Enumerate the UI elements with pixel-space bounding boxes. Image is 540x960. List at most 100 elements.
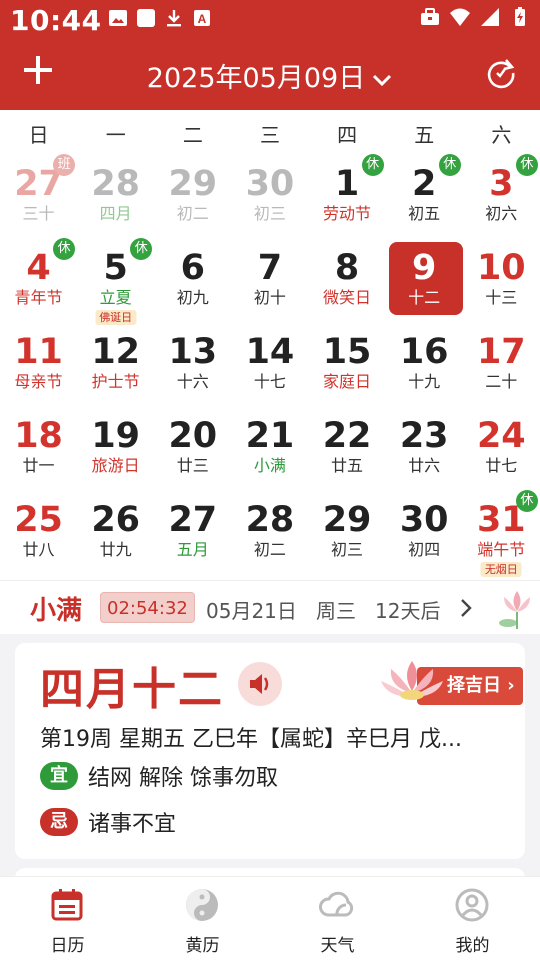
lunar-day-label: 初十 bbox=[253, 288, 286, 307]
day-cell[interactable]: 20 廿三 bbox=[154, 410, 231, 494]
day-cell[interactable]: 28 四月 bbox=[77, 158, 154, 242]
notification-icons: A bbox=[108, 8, 212, 28]
nav-profile[interactable]: 我的 bbox=[405, 877, 540, 960]
lunar-day-label: 微笑日 bbox=[323, 288, 372, 307]
day-cell[interactable]: 12 护士节 bbox=[77, 326, 154, 410]
day-cell-selected[interactable]: 9 十二 bbox=[386, 242, 463, 326]
lunar-day-label: 初三 bbox=[331, 540, 364, 559]
day-cell[interactable]: 23 廿六 bbox=[386, 410, 463, 494]
day-cell[interactable]: 14 十七 bbox=[231, 326, 308, 410]
day-cell[interactable]: 13 十六 bbox=[154, 326, 231, 410]
day-cell[interactable]: 27 五月 bbox=[154, 494, 231, 578]
holiday-badge: 休 bbox=[438, 154, 461, 176]
lunar-day-label: 小满 bbox=[253, 456, 286, 475]
gallery-icon bbox=[109, 10, 127, 26]
lunar-day-label: 旅游日 bbox=[91, 456, 140, 475]
lunar-day-label: 初三 bbox=[253, 204, 286, 223]
lunar-day-label: 初二 bbox=[253, 540, 286, 559]
nav-weather[interactable]: 天气 bbox=[270, 877, 405, 960]
day-cell[interactable]: 18 廿一 bbox=[0, 410, 77, 494]
user-icon bbox=[455, 888, 489, 922]
day-cell[interactable]: 2 初五休 bbox=[386, 154, 463, 242]
refresh-icon[interactable] bbox=[484, 56, 518, 90]
lunar-day-label: 十二 bbox=[408, 288, 441, 307]
lunar-day-label: 劳动节 bbox=[323, 204, 372, 223]
speaker-button[interactable] bbox=[238, 662, 282, 706]
suitable-text: 结网 解除 馀事勿取 bbox=[88, 766, 278, 791]
day-cell[interactable]: 26 廿九 bbox=[77, 494, 154, 578]
day-cell[interactable]: 30 初三 bbox=[231, 158, 308, 242]
lunar-day-label: 十六 bbox=[176, 372, 209, 391]
lunar-day-label: 廿三 bbox=[176, 456, 209, 475]
date-selector[interactable]: 2025年05月09日 bbox=[0, 56, 540, 95]
day-number: 15 bbox=[322, 332, 372, 372]
day-number: 17 bbox=[476, 332, 526, 372]
day-cell[interactable]: 1 劳动节休 bbox=[309, 154, 386, 242]
day-number: 28 bbox=[91, 164, 141, 204]
download-icon bbox=[167, 10, 181, 27]
day-cell[interactable]: 30 初四 bbox=[386, 494, 463, 578]
day-cell[interactable]: 29 初二 bbox=[154, 158, 231, 242]
day-cell[interactable]: 28 初二 bbox=[231, 494, 308, 578]
day-cell[interactable]: 5 立夏休佛诞日 bbox=[77, 238, 154, 326]
day-number: 23 bbox=[399, 416, 449, 456]
almanac-card[interactable]: 四月十二 择吉日 › 第19周 星期五 乙巳年【属蛇】辛巳月 戊... 宜 结网… bbox=[15, 643, 525, 859]
day-number: 21 bbox=[245, 416, 295, 456]
day-cell[interactable]: 10 十三 bbox=[463, 242, 540, 326]
weekday-label: 四 bbox=[337, 123, 358, 147]
day-cell[interactable]: 15 家庭日 bbox=[309, 326, 386, 410]
day-cell[interactable]: 7 初十 bbox=[231, 242, 308, 326]
day-cell[interactable]: 22 廿五 bbox=[309, 410, 386, 494]
solar-term-weekday: 周三 bbox=[316, 599, 356, 623]
day-cell[interactable]: 8 微笑日 bbox=[309, 242, 386, 326]
status-bar: 10:44 A bbox=[0, 0, 540, 42]
lunar-day-label: 青年节 bbox=[14, 288, 63, 307]
day-cell[interactable]: 11 母亲节 bbox=[0, 326, 77, 410]
workday-badge: 班 bbox=[53, 154, 76, 176]
day-number: 18 bbox=[14, 416, 63, 456]
day-number: 14 bbox=[245, 332, 295, 372]
day-number: 11 bbox=[14, 332, 63, 372]
chevron-right-icon[interactable] bbox=[458, 597, 474, 619]
calendar-week-row: 27 三十班 28 四月 29 初二 30 初三 1 劳动节休 2 初五休 3 初六休 bbox=[0, 154, 540, 242]
date-title: 2025年05月09日 bbox=[146, 63, 366, 94]
lunar-day-label: 十九 bbox=[408, 372, 441, 391]
day-cell[interactable]: 27 三十班 bbox=[0, 154, 77, 242]
lunar-day-label: 初六 bbox=[485, 204, 518, 223]
zejiri-label: 择吉日 bbox=[447, 675, 501, 696]
day-cell[interactable]: 25 廿八 bbox=[0, 494, 77, 578]
lunar-day-label: 端午节 bbox=[477, 540, 526, 559]
solar-term-bar[interactable]: 小满 02:54:32 05月21日 周三 12天后 bbox=[0, 580, 540, 634]
day-cell[interactable]: 16 十九 bbox=[386, 326, 463, 410]
day-cell[interactable]: 17 二十 bbox=[463, 326, 540, 410]
day-cell[interactable]: 21 小满 bbox=[231, 410, 308, 494]
day-cell[interactable]: 24 廿七 bbox=[463, 410, 540, 494]
day-number: 16 bbox=[399, 332, 449, 372]
day-cell[interactable]: 29 初三 bbox=[309, 494, 386, 578]
avoid-badge: 忌 bbox=[40, 808, 78, 836]
day-number: 28 bbox=[245, 500, 295, 540]
day-number: 7 bbox=[257, 248, 283, 288]
day-number: 22 bbox=[322, 416, 372, 456]
nav-label: 我的 bbox=[455, 936, 490, 956]
day-cell[interactable]: 3 初六休 bbox=[463, 154, 540, 242]
nav-almanac[interactable]: 黄历 bbox=[135, 877, 270, 960]
day-cell[interactable]: 19 旅游日 bbox=[77, 410, 154, 494]
day-cell[interactable]: 6 初九 bbox=[154, 242, 231, 326]
festival-tag: 佛诞日 bbox=[95, 310, 137, 325]
holiday-badge: 休 bbox=[53, 238, 76, 260]
choose-auspicious-day-button[interactable]: 择吉日 › bbox=[377, 657, 525, 711]
square-icon bbox=[137, 9, 155, 27]
weekday-header: 日一二三四五六 bbox=[0, 110, 540, 158]
signal-icon bbox=[481, 8, 499, 26]
lunar-day-label: 五月 bbox=[176, 540, 209, 559]
solar-term-date: 05月21日 bbox=[206, 599, 297, 623]
nav-calendar[interactable]: 日历 bbox=[0, 877, 135, 960]
lunar-day-label: 初四 bbox=[408, 540, 441, 559]
day-cell[interactable]: 4 青年节休 bbox=[0, 238, 77, 326]
avoid-row: 忌 诸事不宜 bbox=[40, 807, 176, 837]
lunar-day-label: 十三 bbox=[485, 288, 518, 307]
svg-text:A: A bbox=[198, 12, 207, 26]
calendar-week-row: 11 母亲节 12 护士节 13 十六 14 十七 15 家庭日 16 十九 17 二十 bbox=[0, 326, 540, 410]
day-cell[interactable]: 31 端午节休无烟日 bbox=[463, 490, 540, 578]
